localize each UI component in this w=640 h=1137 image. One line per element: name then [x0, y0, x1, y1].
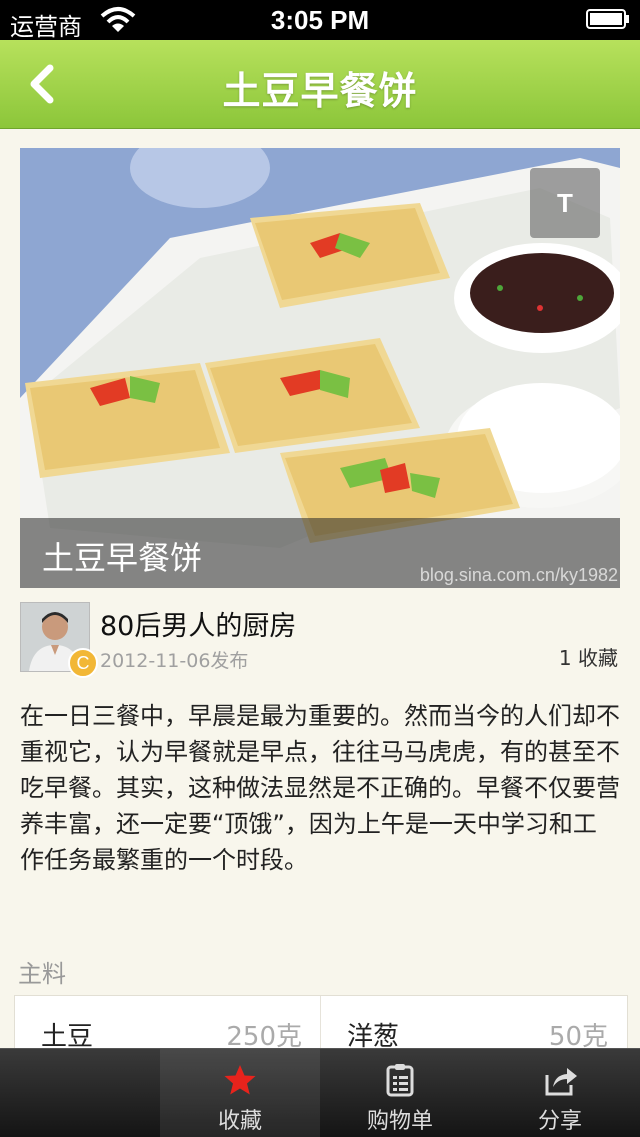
clipboard-icon — [386, 1064, 414, 1097]
page-title: 土豆早餐饼 — [222, 69, 418, 113]
ingredients-section-title: 主料 — [18, 960, 66, 988]
watermark-text: blog.sina.com.cn/ky1982 — [419, 565, 618, 585]
level-badge: C — [68, 648, 98, 678]
star-icon — [224, 1065, 256, 1095]
author-row[interactable]: C 80后男人的厨房 2012-11-06发布 1 收藏 — [20, 600, 620, 678]
tab-shopping-list-label: 购物单 — [366, 1109, 433, 1134]
status-bar: 运营商 3:05 PM — [0, 0, 640, 41]
recipe-photo: T 土豆早餐饼 blog.sina.com.cn/ky1982 — [20, 148, 620, 588]
tab-favorite-label: 收藏 — [217, 1109, 262, 1134]
recipe-description: 在一日三餐中，早晨是最为重要的。然而当今的人们却不重视它，认为早餐就是早点，往往… — [20, 702, 620, 874]
publish-date: 2012-11-06发布 — [100, 650, 249, 672]
battery-icon — [586, 9, 629, 29]
bottom-tab-bar: 收藏 购物单 分享 — [0, 1048, 640, 1137]
tab-share-label: 分享 — [537, 1109, 582, 1134]
clock-time: 3:05 PM — [270, 5, 370, 35]
tab-share[interactable]: 分享 — [480, 1049, 640, 1137]
author-name[interactable]: 80后男人的厨房 — [100, 604, 296, 643]
text-toggle-button[interactable]: T — [530, 168, 600, 238]
tab-empty — [0, 1049, 160, 1137]
tab-favorite[interactable]: 收藏 — [160, 1049, 320, 1137]
nav-bar: 土豆早餐饼 — [0, 40, 640, 129]
tab-shopping-list[interactable]: 购物单 — [320, 1049, 480, 1137]
favorite-count: 1 收藏 — [558, 646, 618, 670]
share-icon — [545, 1068, 577, 1096]
photo-caption: 土豆早餐饼 — [42, 539, 203, 577]
